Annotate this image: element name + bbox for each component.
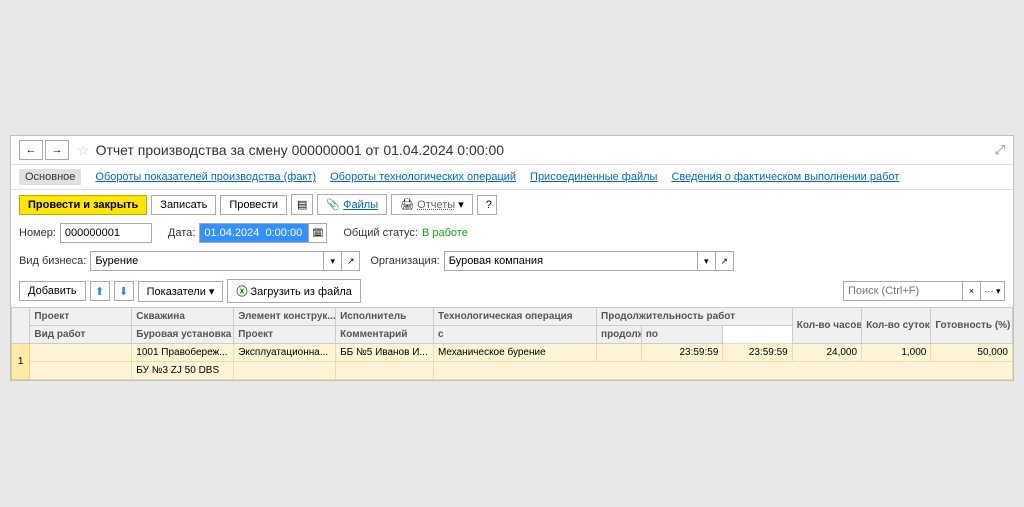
col-to[interactable]: по	[641, 326, 723, 344]
cell-worktype[interactable]	[30, 362, 132, 380]
move-up-button[interactable]: ⬆	[90, 281, 110, 301]
date-picker-button[interactable]: 🗓	[309, 223, 327, 243]
excel-icon: ⓧ	[236, 286, 247, 298]
org-open-button[interactable]: ↗	[716, 251, 734, 271]
col-duration-group[interactable]: Продолжительность работ	[597, 308, 793, 326]
save-button[interactable]: Записать	[151, 195, 216, 215]
cell-ready[interactable]: 50,000	[931, 344, 1013, 362]
col-elem[interactable]: Элемент конструк...	[234, 308, 336, 326]
status-label: Общий статус:	[343, 227, 418, 239]
biz-dropdown-button[interactable]: ▾	[324, 251, 342, 271]
nav-forward-button[interactable]: →	[45, 140, 69, 160]
table-row[interactable]: 1 1001 Правобереж... Эксплуатационна... …	[12, 344, 1013, 362]
window-title: Отчет производства за смену 000000001 от…	[96, 142, 504, 158]
move-down-button[interactable]: ⬇	[114, 281, 134, 301]
col-worktype[interactable]: Вид работ	[30, 326, 132, 344]
tab-main[interactable]: Основное	[19, 169, 81, 185]
tab-attached-files[interactable]: Присоединенные файлы	[530, 169, 657, 185]
biz-input[interactable]	[90, 251, 324, 271]
status-value: В работе	[422, 227, 468, 239]
cell-elem[interactable]: Эксплуатационна...	[234, 344, 336, 362]
table-row-sub[interactable]: БУ №3 ZJ 50 DBS	[12, 362, 1013, 380]
cell-empty[interactable]	[433, 362, 1012, 380]
org-input[interactable]	[444, 251, 698, 271]
cell-exec[interactable]: ББ №5 Иванов И...	[336, 344, 434, 362]
col-project2[interactable]: Проект	[234, 326, 336, 344]
more-button[interactable]: ⋯ ▾	[981, 281, 1005, 301]
col-from[interactable]: с	[433, 326, 596, 344]
biz-open-button[interactable]: ↗	[342, 251, 360, 271]
date-label: Дата:	[168, 227, 195, 239]
col-comment[interactable]: Комментарий	[336, 326, 434, 344]
help-button[interactable]: ?	[477, 195, 497, 215]
settings-button[interactable]: ▤	[291, 194, 313, 215]
cell-from[interactable]	[597, 344, 642, 362]
col-techop[interactable]: Технологическая операция	[433, 308, 596, 326]
col-ready[interactable]: Готовность (%)	[931, 308, 1013, 344]
files-button[interactable]: 📎 Файлы	[317, 194, 387, 215]
col-rig[interactable]: Буровая установка	[132, 326, 234, 344]
clip-icon: 📎	[326, 199, 340, 211]
col-days[interactable]: Кол-во суток	[862, 308, 931, 344]
indicators-dropdown[interactable]: Показатели ▾	[138, 281, 224, 302]
nav-back-button[interactable]: ←	[19, 140, 43, 160]
cell-project2[interactable]	[234, 362, 336, 380]
cell-hours[interactable]: 24,000	[792, 344, 861, 362]
cell-techop[interactable]: Механическое бурение	[433, 344, 596, 362]
org-dropdown-button[interactable]: ▾	[698, 251, 716, 271]
reports-dropdown[interactable]: 🖨 Отчеты ▾	[391, 194, 473, 215]
load-from-file-button[interactable]: ⓧ Загрузить из файла	[227, 279, 360, 303]
cell-well[interactable]: 1001 Правобереж...	[132, 344, 234, 362]
print-icon: 🖨	[400, 199, 414, 211]
tab-turnover-prod[interactable]: Обороты показателей производства (факт)	[95, 169, 316, 185]
cell-dur-hm[interactable]: 23:59:59	[641, 344, 723, 362]
col-dur-hm[interactable]: продолж. (ч:м)	[597, 326, 642, 344]
cell-comment[interactable]	[336, 362, 434, 380]
org-label: Организация:	[370, 255, 439, 267]
post-and-close-button[interactable]: Провести и закрыть	[19, 195, 147, 215]
col-exec[interactable]: Исполнитель	[336, 308, 434, 326]
col-hours[interactable]: Кол-во часов	[792, 308, 861, 344]
biz-label: Вид бизнеса:	[19, 255, 86, 267]
cell-rig[interactable]: БУ №3 ZJ 50 DBS	[132, 362, 234, 380]
favorite-star-icon[interactable]: ☆	[77, 142, 90, 159]
search-clear-button[interactable]: ×	[963, 281, 981, 301]
search-input[interactable]	[843, 281, 963, 301]
add-button[interactable]: Добавить	[19, 281, 86, 301]
number-label: Номер:	[19, 227, 56, 239]
post-button[interactable]: Провести	[220, 195, 287, 215]
date-input[interactable]	[199, 223, 309, 243]
number-input[interactable]	[60, 223, 152, 243]
row-number: 1	[12, 344, 30, 380]
cell-project[interactable]	[30, 344, 132, 362]
tab-actual-work[interactable]: Сведения о фактическом выполнении работ	[671, 169, 899, 185]
tab-turnover-tech[interactable]: Обороты технологических операций	[330, 169, 516, 185]
link-icon[interactable]: ⤢	[995, 142, 1005, 158]
col-project[interactable]: Проект	[30, 308, 132, 326]
col-rownum	[12, 308, 30, 344]
col-well[interactable]: Скважина	[132, 308, 234, 326]
cell-to[interactable]: 23:59:59	[723, 344, 792, 362]
cell-days[interactable]: 1,000	[862, 344, 931, 362]
